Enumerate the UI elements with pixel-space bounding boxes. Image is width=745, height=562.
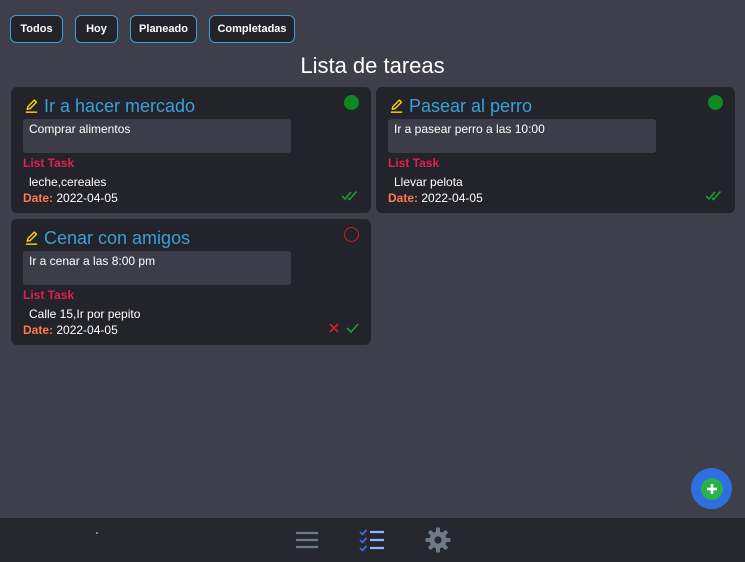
- task-description: Ir a pasear perro a las 10:00: [388, 119, 656, 153]
- filter-todos-button[interactable]: Todos: [10, 15, 63, 43]
- task-items: Calle 15,Ir por pepito: [29, 307, 141, 321]
- double-check-icon: [341, 190, 358, 201]
- date-label: Date:: [23, 191, 54, 205]
- double-check-icon: [705, 190, 722, 201]
- gear-icon[interactable]: [425, 527, 451, 553]
- task-title: Pasear al perro: [409, 96, 533, 116]
- card-actions: [705, 190, 723, 202]
- task-items: Llevar pelota: [394, 175, 463, 189]
- status-completed-icon[interactable]: [708, 95, 723, 110]
- checklist-icon[interactable]: [358, 528, 385, 552]
- task-date: 2022-04-05: [56, 323, 118, 337]
- card-actions: [341, 190, 359, 202]
- task-title-row: Pasear al perro: [388, 96, 532, 117]
- task-date-row: Date: 2022-04-05: [23, 191, 118, 205]
- list-task-label: List Task: [23, 288, 75, 302]
- bottom-nav: [0, 518, 745, 562]
- task-card: Pasear al perro Ir a pasear perro a las …: [376, 87, 735, 213]
- list-task-label: List Task: [23, 156, 75, 170]
- filter-bar: Todos Hoy Planeado Completadas: [10, 15, 295, 43]
- task-items: leche,cereales: [29, 175, 107, 189]
- filter-completadas-button[interactable]: Completadas: [209, 15, 295, 43]
- nav-dot: [96, 532, 98, 534]
- add-task-button[interactable]: [691, 468, 732, 509]
- task-date: 2022-04-05: [421, 191, 483, 205]
- card-actions: [328, 322, 359, 334]
- date-label: Date:: [388, 191, 419, 205]
- menu-icon[interactable]: [295, 529, 319, 551]
- task-title-row: Cenar con amigos: [23, 228, 190, 249]
- task-description: Comprar alimentos: [23, 119, 291, 153]
- task-card: Cenar con amigos Ir a cenar a las 8:00 p…: [11, 219, 371, 345]
- task-date-row: Date: 2022-04-05: [388, 191, 483, 205]
- pencil-icon[interactable]: [388, 98, 405, 115]
- date-label: Date:: [23, 323, 54, 337]
- list-task-label: List Task: [388, 156, 440, 170]
- task-title-row: Ir a hacer mercado: [23, 96, 195, 117]
- plus-circle-icon: [700, 477, 723, 500]
- task-card: Ir a hacer mercado Comprar alimentos Lis…: [11, 87, 371, 213]
- page-title: Lista de tareas: [300, 53, 445, 78]
- pencil-icon[interactable]: [23, 98, 40, 115]
- task-date-row: Date: 2022-04-05: [23, 323, 118, 337]
- status-pending-icon[interactable]: [344, 227, 359, 242]
- filter-hoy-button[interactable]: Hoy: [75, 15, 118, 43]
- status-completed-icon[interactable]: [344, 95, 359, 110]
- task-date: 2022-04-05: [56, 191, 118, 205]
- task-title: Ir a hacer mercado: [44, 96, 196, 116]
- filter-planeado-button[interactable]: Planeado: [130, 15, 197, 43]
- check-icon[interactable]: [346, 322, 359, 334]
- pencil-icon[interactable]: [23, 230, 40, 247]
- task-title: Cenar con amigos: [44, 228, 191, 248]
- task-description: Ir a cenar a las 8:00 pm: [23, 251, 291, 285]
- close-icon[interactable]: [328, 322, 340, 334]
